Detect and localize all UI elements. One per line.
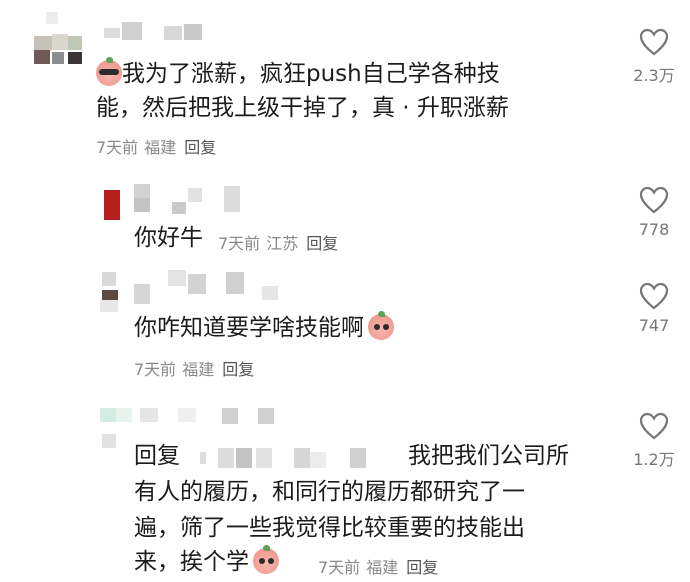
comment-text: 我为了涨薪，疯狂push自己学各种技: [96, 57, 500, 91]
username-blurred[interactable]: [104, 22, 224, 42]
reply-button[interactable]: 回复: [406, 558, 438, 577]
like-count: 747: [638, 316, 670, 335]
comment-time: 7天前: [134, 360, 177, 379]
avatar[interactable]: [100, 272, 128, 312]
comment-time: 7天前: [218, 234, 261, 253]
comment-text: 你咋知道要学啥技能啊: [134, 311, 394, 345]
comment-meta: 7天前 福建 回复: [134, 356, 254, 380]
avatar[interactable]: [100, 190, 126, 220]
pig-sunglasses-emoji: [96, 57, 122, 86]
reply-button[interactable]: 回复: [222, 360, 254, 379]
avatar[interactable]: [34, 12, 92, 64]
like-count: 778: [638, 220, 670, 239]
like-button[interactable]: 2.3万: [624, 28, 684, 86]
heart-outline-icon: [639, 282, 669, 310]
avatar[interactable]: [100, 408, 134, 450]
comment-text-line3: 遍，筛了一些我觉得比较重要的技能出: [134, 515, 525, 541]
comment-location: 福建: [182, 360, 215, 379]
like-count: 2.3万: [633, 66, 675, 85]
username-blurred[interactable]: [134, 270, 284, 304]
pig-sad-emoji: [368, 311, 394, 340]
comment-text-line4: 来，挨个学: [134, 545, 279, 579]
comment-text-line2: 有人的履历，和同行的履历都研究了一: [134, 479, 525, 505]
like-button[interactable]: 747: [624, 282, 684, 335]
reply-button[interactable]: 回复: [184, 138, 216, 157]
heart-outline-icon: [639, 412, 669, 440]
like-count: 1.2万: [633, 450, 675, 469]
comment-location: 福建: [144, 138, 177, 157]
comment-text-line1: 我把我们公司所: [408, 443, 569, 469]
username-blurred[interactable]: [140, 408, 280, 434]
username-blurred[interactable]: [134, 184, 244, 214]
pig-sad-emoji: [253, 545, 279, 574]
heart-outline-icon: [639, 28, 669, 56]
reply-button[interactable]: 回复: [306, 234, 338, 253]
like-button[interactable]: 778: [624, 186, 684, 239]
comment-meta: 7天前 江苏 回复: [218, 230, 338, 254]
comment-text: 你好牛: [134, 225, 203, 251]
comment-time: 7天前: [318, 558, 361, 577]
comment-meta: 7天前 福建 回复: [96, 134, 216, 158]
comment-text-line2: 能，然后把我上级干掉了，真 · 升职涨薪: [96, 95, 509, 121]
comment-time: 7天前: [96, 138, 139, 157]
reply-prefix: 回复: [134, 443, 180, 469]
comment-location: 福建: [366, 558, 399, 577]
like-button[interactable]: 1.2万: [624, 412, 684, 470]
heart-outline-icon: [639, 186, 669, 214]
comment-location: 江苏: [266, 234, 299, 253]
comment-meta: 7天前 福建 回复: [318, 554, 438, 578]
mentioned-username-blurred[interactable]: [200, 446, 400, 470]
